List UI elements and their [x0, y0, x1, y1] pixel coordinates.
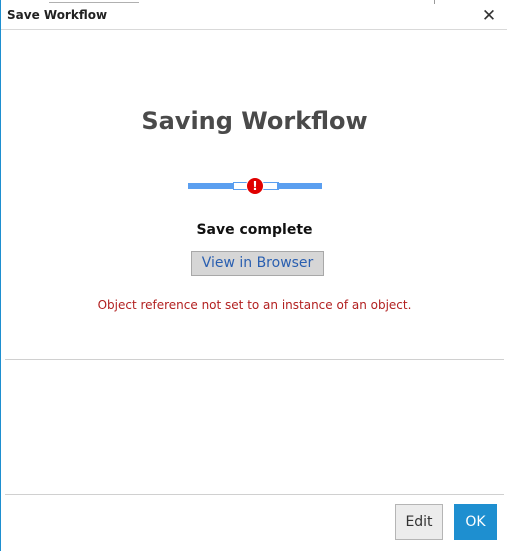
- content-divider: [5, 359, 504, 360]
- progress-segment-right: [277, 183, 322, 189]
- error-message: Object reference not set to an instance …: [97, 298, 412, 312]
- error-icon: !: [246, 177, 264, 195]
- footer-divider: [5, 494, 504, 495]
- edit-button[interactable]: Edit: [395, 504, 443, 540]
- page-title: Saving Workflow: [141, 107, 368, 135]
- close-button[interactable]: ✕: [479, 6, 499, 26]
- status-text: Save complete: [196, 222, 313, 238]
- title-bar: Save Workflow ✕: [1, 0, 507, 30]
- progress-segment-left: [188, 183, 233, 189]
- ok-button[interactable]: OK: [454, 504, 497, 540]
- progress-indicator: !: [188, 177, 322, 195]
- save-workflow-dialog: Save Workflow ✕ Saving Workflow ! Save c…: [0, 0, 507, 551]
- view-in-browser-button[interactable]: View in Browser: [191, 251, 324, 276]
- close-icon: ✕: [481, 6, 497, 26]
- dialog-title: Save Workflow: [7, 8, 108, 22]
